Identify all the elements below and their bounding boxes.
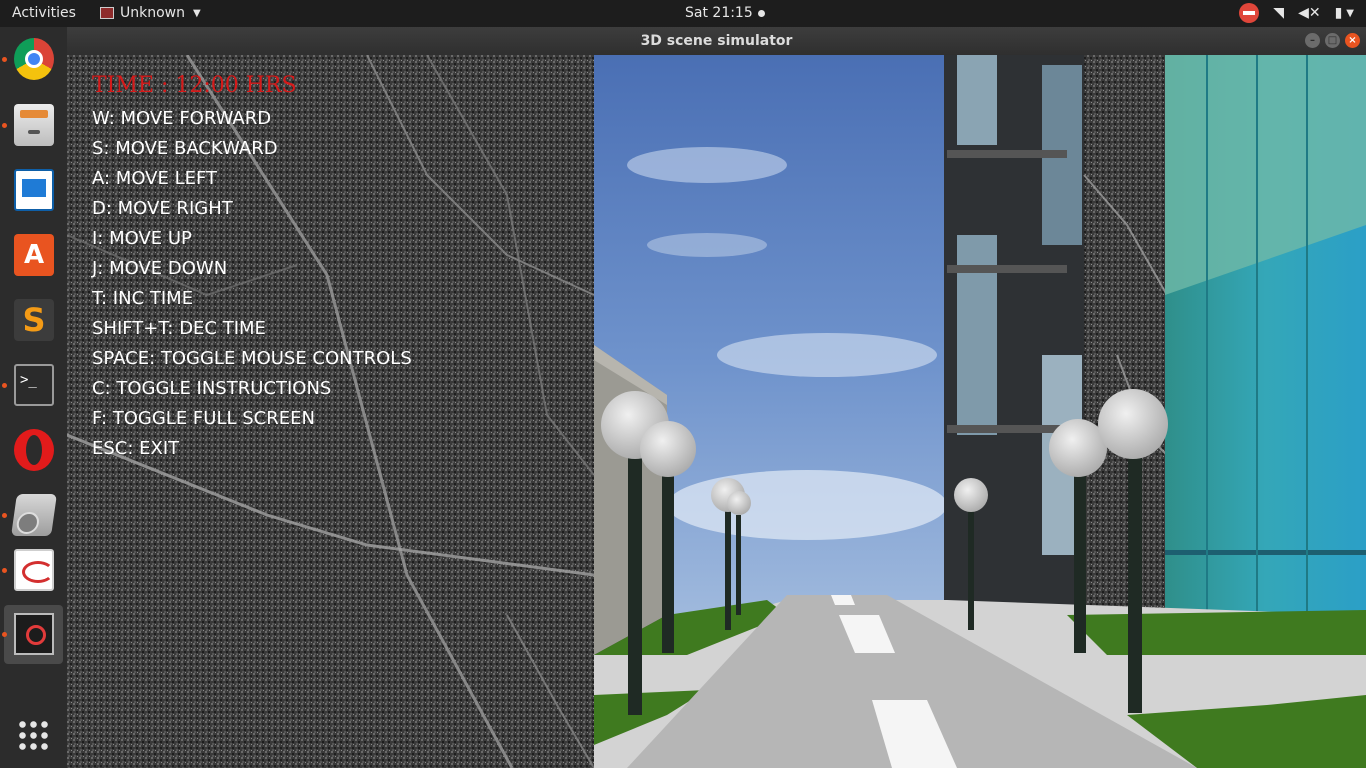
time-readout: TIME : 12:00 HRS (92, 73, 297, 98)
dock-item-chrome[interactable] (2, 30, 63, 89)
instruction-line: D: MOVE RIGHT (92, 198, 233, 219)
chevron-down-icon: ▼ (193, 7, 201, 19)
writer-icon (14, 169, 54, 211)
clock-label: Sat 21:15 (685, 5, 753, 21)
sublime-text-icon: S (14, 299, 54, 341)
instruction-line: I: MOVE UP (92, 228, 192, 249)
chrome-icon (14, 38, 54, 80)
running-indicator (2, 513, 7, 518)
dock-item-writer[interactable] (4, 161, 63, 220)
instruction-line: T: INC TIME (92, 288, 194, 309)
terminal-icon: >_ (14, 364, 54, 406)
app-icon (100, 7, 114, 19)
instruction-line: A: MOVE LEFT (92, 168, 218, 189)
dock-item-sublime[interactable]: S (4, 291, 63, 350)
simulator-app-icon (14, 613, 54, 655)
window-controls: – □ × (1305, 33, 1360, 48)
software-store-icon: A (14, 234, 54, 276)
grass-right (1067, 610, 1366, 655)
dock-item-3d-scene-simulator[interactable] (2, 605, 63, 664)
app-menu-label: Unknown (120, 5, 185, 21)
right-textured-building (1084, 55, 1169, 655)
dock: A S >_ (0, 27, 67, 768)
battery-icon[interactable]: ▮ (1335, 5, 1343, 21)
running-indicator (2, 57, 7, 62)
dock-item-terminal[interactable]: >_ (2, 356, 63, 415)
volume-muted-icon[interactable]: ◀✕ (1298, 5, 1321, 21)
minimize-icon[interactable]: – (1305, 33, 1320, 48)
running-indicator (2, 632, 7, 637)
instruction-line: C: TOGGLE INSTRUCTIONS (92, 378, 332, 399)
activities-button[interactable]: Activities (12, 5, 76, 21)
instruction-line: S: MOVE BACKWARD (92, 138, 278, 159)
instruction-line: F: TOGGLE FULL SCREEN (92, 408, 315, 429)
files-icon (14, 104, 54, 146)
instruction-line: J: MOVE DOWN (92, 258, 228, 279)
opera-icon (14, 429, 54, 471)
document-viewer-icon (14, 549, 54, 591)
dock-item-scanner[interactable] (2, 486, 63, 545)
running-indicator (2, 123, 7, 128)
instructions-overlay: TIME : 12:00 HRS W: MOVE FORWARD S: MOVE… (92, 73, 412, 464)
instruction-line: ESC: EXIT (92, 438, 180, 459)
system-tray[interactable]: ◥ ◀✕ ▮ ▼ (1239, 3, 1354, 23)
notification-dot-icon (757, 9, 765, 17)
close-icon[interactable]: × (1345, 33, 1360, 48)
app-menu[interactable]: Unknown ▼ (100, 5, 201, 21)
scene-viewport[interactable]: TIME : 12:00 HRS W: MOVE FORWARD S: MOVE… (67, 55, 1366, 768)
window-titlebar[interactable]: 3D scene simulator – □ × (67, 27, 1366, 55)
maximize-icon[interactable]: □ (1325, 33, 1340, 48)
dock-item-files[interactable] (2, 96, 63, 155)
running-indicator (2, 383, 7, 388)
running-indicator (2, 568, 7, 573)
dock-item-software[interactable]: A (4, 226, 63, 285)
show-applications-icon[interactable] (17, 719, 50, 752)
clock[interactable]: Sat 21:15 (685, 5, 765, 21)
instruction-line: SHIFT+T: DEC TIME (92, 318, 266, 339)
dock-item-document-viewer[interactable] (2, 541, 63, 600)
dock-item-opera[interactable] (4, 421, 63, 480)
top-panel: Activities Unknown ▼ Sat 21:15 ◥ ◀✕ ▮ ▼ (0, 0, 1366, 27)
window-title: 3D scene simulator (640, 33, 793, 49)
scanner-icon (11, 494, 57, 536)
instruction-line: W: MOVE FORWARD (92, 108, 272, 129)
instruction-line: SPACE: TOGGLE MOUSE CONTROLS (92, 348, 412, 369)
wifi-icon[interactable]: ◥ (1273, 5, 1284, 21)
do-not-disturb-icon[interactable] (1239, 3, 1260, 23)
system-menu-caret-icon[interactable]: ▼ (1346, 8, 1354, 19)
